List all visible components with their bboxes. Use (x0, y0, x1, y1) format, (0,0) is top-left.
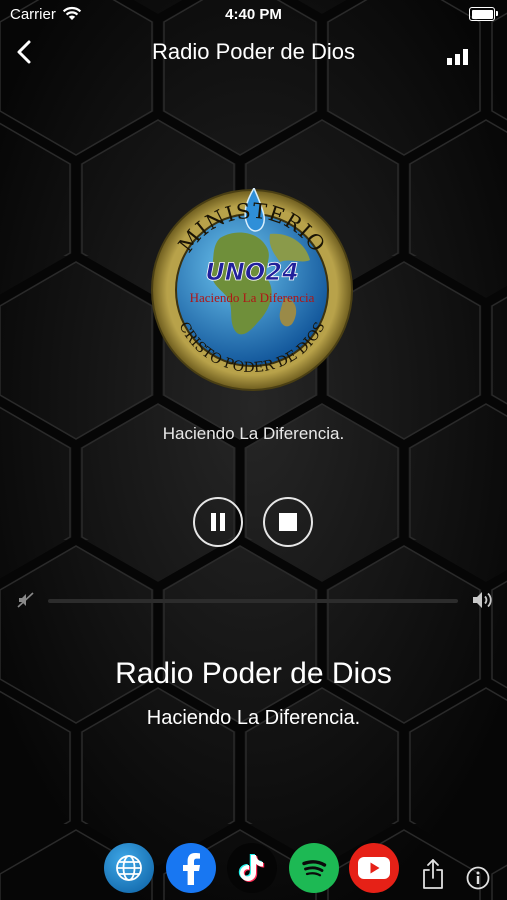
logo-slogan: Haciendo La Diferencia (190, 290, 315, 305)
pause-button[interactable] (193, 497, 243, 547)
hexagon-background (0, 0, 507, 900)
youtube-icon (358, 857, 390, 879)
facebook-button[interactable] (166, 843, 216, 893)
pause-icon (211, 513, 225, 531)
clock: 4:40 PM (225, 6, 282, 23)
station-tagline: Haciendo La Diferencia. (146, 707, 361, 729)
now-playing-subtitle: Haciendo La Diferencia. (162, 424, 345, 443)
share-icon[interactable] (420, 858, 446, 890)
volume-mute-icon (17, 592, 34, 608)
website-button[interactable] (104, 843, 154, 893)
globe-icon (116, 855, 142, 881)
spotify-icon (302, 860, 327, 877)
nav-title: Radio Poder de Dios (151, 39, 355, 64)
logo-brand: UNO24 (205, 258, 298, 286)
station-name: Radio Poder de Dios (115, 657, 392, 690)
volume-high-icon (473, 592, 492, 608)
status-bar: Carrier 4:40 PM (0, 0, 507, 28)
navigation-bar: Radio Poder de Dios (0, 30, 507, 74)
battery-icon (469, 7, 498, 21)
stop-button[interactable] (263, 497, 313, 547)
info-icon[interactable] (466, 866, 490, 890)
signal-bars-icon[interactable] (445, 48, 473, 66)
facebook-icon (183, 853, 200, 885)
spotify-button[interactable] (289, 843, 339, 893)
youtube-button[interactable] (349, 843, 399, 893)
volume-slider[interactable] (48, 599, 458, 603)
ministry-logo: MINISTERIO UNO24 Haciendo La Diferencia … (151, 188, 353, 391)
stop-icon (279, 513, 297, 531)
tiktok-icon (238, 854, 265, 883)
tiktok-button[interactable] (227, 843, 277, 893)
